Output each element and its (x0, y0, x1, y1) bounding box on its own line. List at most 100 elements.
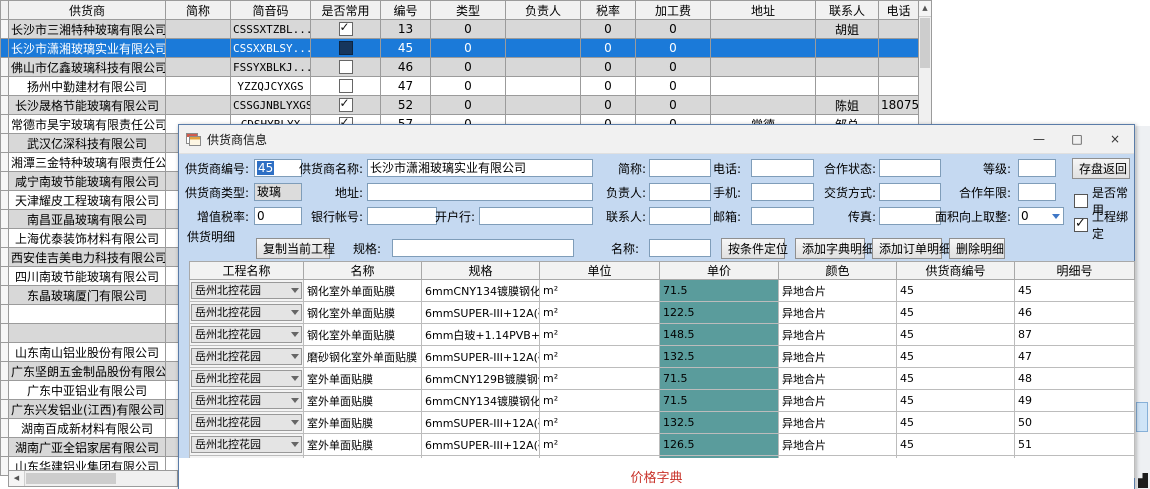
delete-detail-button[interactable]: 删除明细 (949, 238, 1005, 259)
bank-name-field[interactable] (479, 207, 593, 225)
phone-field[interactable] (751, 159, 814, 177)
row-header[interactable] (1, 381, 9, 400)
coop-years-field[interactable] (1018, 183, 1056, 201)
scroll-left-icon[interactable]: ◀ (9, 471, 25, 486)
column-header[interactable]: 电话 (879, 1, 919, 20)
detail-column-header[interactable]: 供货商编号 (897, 262, 1015, 280)
row-header[interactable] (1, 438, 9, 457)
scroll-up-icon[interactable]: ▲ (919, 1, 931, 17)
area-round-up-select[interactable]: 0 (1018, 207, 1064, 225)
bank-account-field[interactable] (367, 207, 437, 225)
row-header[interactable] (1, 134, 9, 153)
detail-column-header[interactable]: 工程名称 (190, 262, 304, 280)
detail-row[interactable]: 岳州北控花园钢化室外单面贴膜6mm白玻+1.14PVB+6mm...m²148.… (190, 324, 1135, 346)
maximize-button[interactable]: □ (1058, 125, 1096, 153)
scrollbar-thumb[interactable] (26, 473, 116, 484)
detail-column-header[interactable]: 单位 (540, 262, 660, 280)
minimize-button[interactable]: — (1020, 125, 1058, 153)
common-use-checkbox[interactable] (339, 22, 353, 36)
column-header[interactable]: 税率 (581, 1, 636, 20)
common-use-checkbox[interactable] (339, 98, 353, 112)
column-header[interactable]: 地址 (711, 1, 816, 20)
row-header[interactable] (1, 153, 9, 172)
detail-row[interactable]: 岳州北控花园室外单面贴膜6mmCNY129B镀膜钢化m²71.5异地合片4548 (190, 368, 1135, 390)
detail-column-header[interactable]: 颜色 (779, 262, 897, 280)
locate-button[interactable]: 按条件定位 (721, 238, 785, 259)
detail-row[interactable]: 岳州北控花园磨砂钢化室外单面贴膜6mmSUPER-III+12A(硅...m²1… (190, 346, 1135, 368)
copy-project-button[interactable]: 复制当前工程 (256, 238, 330, 259)
common-use-checkbox[interactable] (339, 41, 353, 55)
supplier-row[interactable]: 佛山市亿鑫玻璃科技有限公司FSSYXBLKJ...46000 (1, 58, 919, 77)
supplier-name-field[interactable]: 长沙市潇湘玻璃实业有限公司 (367, 159, 593, 177)
column-header[interactable]: 供货商 (9, 1, 166, 20)
row-header[interactable] (1, 96, 9, 115)
delivery-mode-field[interactable] (879, 183, 941, 201)
supplier-row-selected[interactable]: 长沙市潇湘玻璃实业有限公司CSSXXBLSY...45000 (1, 39, 919, 58)
dialog-titlebar[interactable]: 供货商信息 — □ × (179, 125, 1134, 154)
spec-filter-input[interactable] (392, 239, 574, 257)
project-combo[interactable]: 岳州北控花园 (191, 326, 302, 343)
save-return-button[interactable]: 存盘返回 (1072, 158, 1130, 179)
detail-column-header[interactable]: 明细号 (1015, 262, 1135, 280)
row-header[interactable] (1, 20, 9, 39)
column-header[interactable]: 编号 (381, 1, 431, 20)
row-header[interactable] (1, 305, 9, 324)
add-dict-detail-button[interactable]: 添加字典明细 (795, 238, 865, 259)
column-header[interactable]: 联系人 (816, 1, 879, 20)
supplier-row[interactable]: 长沙市三湘特种玻璃有限公司CSSSXTZBL...13000胡姐 (1, 20, 919, 39)
detail-column-header[interactable]: 单价 (660, 262, 779, 280)
detail-column-header[interactable]: 名称 (304, 262, 422, 280)
add-order-detail-button[interactable]: 添加订单明细 (872, 238, 942, 259)
project-combo[interactable]: 岳州北控花园 (191, 348, 302, 365)
name-filter-input[interactable] (649, 239, 711, 257)
row-header[interactable] (1, 419, 9, 438)
row-header[interactable] (1, 343, 9, 362)
detail-column-header[interactable]: 规格 (422, 262, 540, 280)
project-combo[interactable]: 岳州北控花园 (191, 370, 302, 387)
coop-status-field[interactable] (879, 159, 941, 177)
scrollbar-thumb[interactable] (920, 18, 930, 68)
row-header[interactable] (1, 267, 9, 286)
column-header[interactable]: 类型 (431, 1, 506, 20)
column-header[interactable]: 负责人 (506, 1, 581, 20)
row-header[interactable] (1, 286, 9, 305)
row-header[interactable] (1, 77, 9, 96)
project-combo[interactable]: 岳州北控花园 (191, 392, 302, 409)
row-header[interactable] (1, 229, 9, 248)
detail-row[interactable]: 岳州北控花园钢化室外单面贴膜6mmCNY134镀膜钢化m²71.5异地合片454… (190, 280, 1135, 302)
row-header[interactable] (1, 210, 9, 229)
detail-row[interactable]: 岳州北控花园室外单面贴膜6mmSUPER-III+12A(硅...m²126.5… (190, 434, 1135, 456)
supplier-row[interactable]: 长沙晟格节能玻璃有限公司CSSGJNBLYXGS52000陈姐180751 (1, 96, 919, 115)
supplier-row[interactable]: 扬州中勤建材有限公司YZZQJCYXGS47000 (1, 77, 919, 96)
column-header[interactable]: 简音码 (231, 1, 311, 20)
column-header[interactable]: 加工费 (636, 1, 711, 20)
project-bind-checkbox[interactable]: 工程绑定 (1074, 208, 1134, 242)
column-header[interactable]: 简称 (166, 1, 231, 20)
address-field[interactable] (367, 183, 593, 201)
row-header[interactable] (1, 324, 9, 343)
common-use-checkbox[interactable] (339, 79, 353, 93)
row-header[interactable] (1, 400, 9, 419)
row-header[interactable] (1, 362, 9, 381)
project-combo[interactable]: 岳州北控花园 (191, 304, 302, 321)
grid-cell (879, 77, 919, 96)
detail-row[interactable]: 岳州北控花园钢化室外单面贴膜6mmSUPER-III+12A(硅...m²122… (190, 302, 1135, 324)
grade-field[interactable] (1018, 159, 1056, 177)
mobile-field[interactable] (751, 183, 814, 201)
project-combo[interactable]: 岳州北控花园 (191, 436, 302, 453)
common-use-checkbox[interactable] (339, 60, 353, 74)
row-header[interactable] (1, 191, 9, 210)
close-button[interactable]: × (1096, 125, 1134, 153)
column-header[interactable]: 是否常用 (311, 1, 381, 20)
row-header[interactable] (1, 115, 9, 134)
row-header[interactable] (1, 248, 9, 267)
detail-row[interactable]: 岳州北控花园室外单面贴膜6mmCNY134镀膜钢化m²71.5异地合片4549 (190, 390, 1135, 412)
row-header[interactable] (1, 58, 9, 77)
row-header[interactable] (1, 39, 9, 58)
detail-row[interactable]: 岳州北控花园室外单面贴膜6mmSUPER-III+12A(硅...m²132.5… (190, 412, 1135, 434)
project-combo[interactable]: 岳州北控花园 (191, 282, 302, 299)
email-field[interactable] (751, 207, 814, 225)
project-combo[interactable]: 岳州北控花园 (191, 414, 302, 431)
horizontal-scrollbar[interactable]: ◀ (8, 470, 178, 487)
row-header[interactable] (1, 172, 9, 191)
